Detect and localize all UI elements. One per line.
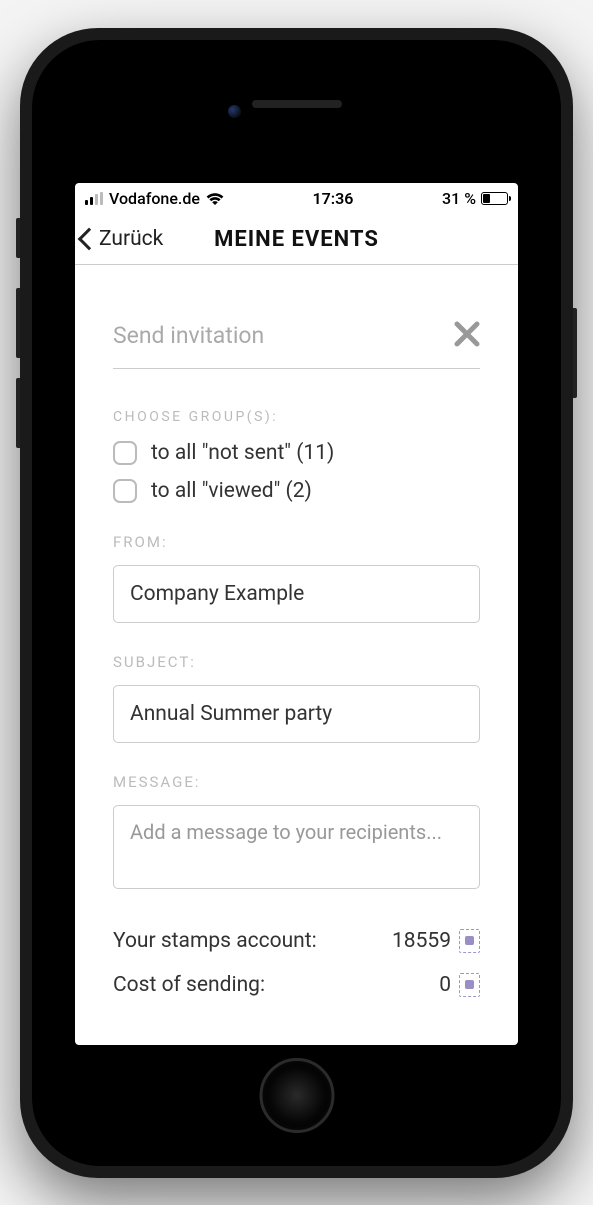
back-button[interactable]: Zurück	[75, 215, 169, 264]
signal-icon	[85, 192, 103, 205]
stamps-account-label: Your stamps account:	[113, 929, 317, 953]
subject-label: SUBJECT:	[113, 653, 480, 671]
stamp-icon	[459, 973, 480, 997]
group-option-label: to all "not sent" (11)	[151, 441, 334, 465]
message-label: MESSAGE:	[113, 773, 480, 791]
groups-section-label: CHOOSE GROUP(S):	[113, 409, 480, 425]
subject-field[interactable]	[113, 685, 480, 743]
group-option-viewed[interactable]: to all "viewed" (2)	[113, 479, 480, 503]
modal-header: Send invitation	[113, 320, 480, 369]
from-field[interactable]	[113, 565, 480, 623]
screen: Vodafone.de 17:36 31 %	[75, 183, 518, 1045]
stamps-account-value: 18559	[392, 929, 451, 953]
checkbox-icon	[113, 479, 137, 503]
phone-body: Vodafone.de 17:36 31 %	[41, 49, 552, 1157]
carrier-label: Vodafone.de	[109, 189, 200, 208]
stamps-account-row: Your stamps account: 18559	[113, 929, 480, 953]
wifi-icon	[206, 192, 224, 206]
phone-bezel: Vodafone.de 17:36 31 %	[32, 40, 561, 1166]
back-label: Zurück	[99, 227, 163, 251]
modal-title: Send invitation	[113, 322, 264, 349]
front-camera-icon	[228, 105, 241, 118]
group-option-not-sent[interactable]: to all "not sent" (11)	[113, 441, 480, 465]
volume-up-button	[16, 288, 20, 358]
close-icon	[454, 321, 480, 347]
cost-row: Cost of sending: 0	[113, 973, 480, 997]
cost-label: Cost of sending:	[113, 973, 265, 997]
mute-switch	[16, 218, 20, 258]
message-field[interactable]	[113, 805, 480, 889]
volume-down-button	[16, 378, 20, 448]
nav-bar: Zurück MEINE EVENTS	[75, 215, 518, 265]
group-option-label: to all "viewed" (2)	[151, 479, 312, 503]
home-button[interactable]	[259, 1058, 334, 1133]
checkbox-icon	[113, 441, 137, 465]
status-left: Vodafone.de	[85, 189, 224, 208]
status-right: 31 %	[442, 189, 508, 208]
status-time: 17:36	[313, 189, 354, 208]
content-area: Send invitation CHOOSE GROUP(S): to all …	[75, 265, 518, 1045]
chevron-left-icon	[78, 228, 101, 251]
cost-value: 0	[439, 973, 451, 997]
status-bar: Vodafone.de 17:36 31 %	[75, 183, 518, 215]
stamp-icon	[459, 929, 480, 953]
phone-top-area	[41, 49, 552, 159]
battery-percent: 31 %	[442, 189, 476, 208]
earpiece-speaker-icon	[252, 100, 342, 108]
stamps-account-value-wrap: 18559	[392, 929, 480, 953]
power-button	[573, 308, 577, 398]
page-title: MEINE EVENTS	[214, 227, 379, 252]
phone-frame: Vodafone.de 17:36 31 %	[20, 28, 573, 1178]
battery-icon	[481, 192, 508, 205]
from-label: FROM:	[113, 533, 480, 551]
close-button[interactable]	[454, 320, 480, 352]
cost-value-wrap: 0	[439, 973, 480, 997]
